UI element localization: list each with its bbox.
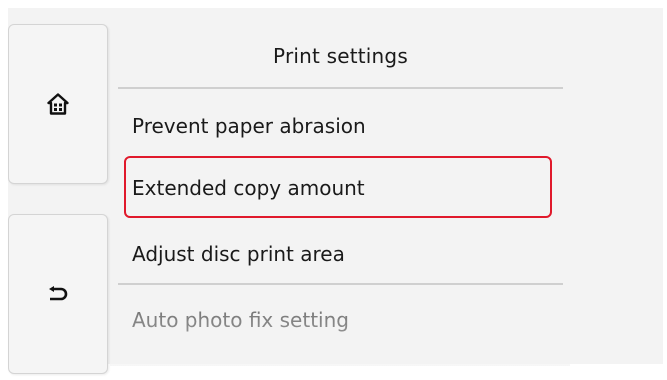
- menu-item-adjust-disc-print-area[interactable]: Adjust disc print area: [118, 224, 563, 284]
- menu-item-prevent-paper-abrasion[interactable]: Prevent paper abrasion: [118, 96, 563, 156]
- back-button[interactable]: [8, 214, 108, 374]
- menu-item-auto-photo-fix-setting[interactable]: Auto photo fix setting: [118, 290, 563, 350]
- title-divider: [118, 87, 563, 89]
- menu-divider: [118, 283, 563, 285]
- back-arrow-icon: [48, 286, 68, 302]
- printer-screen: Print settings Prevent paper abrasion Ex…: [0, 0, 667, 380]
- page-title: Print settings: [273, 44, 408, 68]
- home-button[interactable]: [8, 24, 108, 184]
- home-icon: [47, 93, 69, 115]
- menu-item-extended-copy-amount[interactable]: Extended copy amount: [118, 158, 563, 218]
